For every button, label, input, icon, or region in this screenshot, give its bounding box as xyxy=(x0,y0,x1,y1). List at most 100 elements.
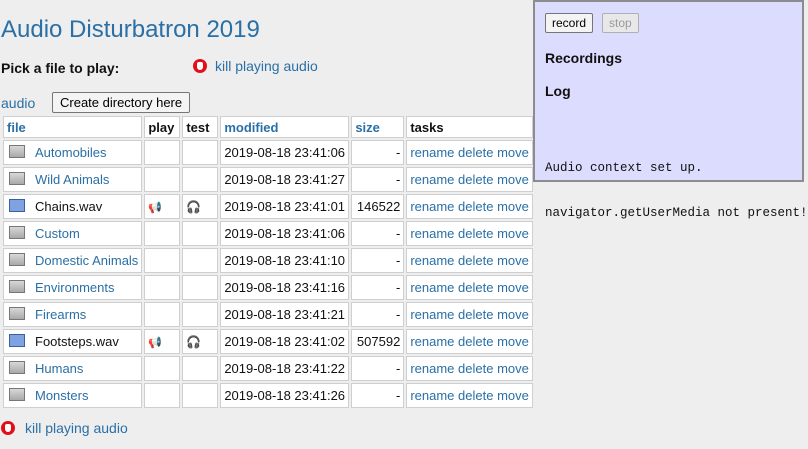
stop-hand-icon[interactable] xyxy=(193,59,207,73)
table-row: Environments 2019-08-18 23:41:16- rename d… xyxy=(3,275,534,300)
test-cell[interactable]: 🎧 xyxy=(182,329,219,354)
kill-audio-link-bottom[interactable]: kill playing audio xyxy=(25,420,128,436)
size-cell: - xyxy=(351,356,405,381)
delete-link[interactable]: delete xyxy=(458,199,493,214)
tasks-cell: rename delete move xyxy=(406,248,534,273)
folder-link[interactable]: Monsters xyxy=(35,388,88,403)
play-cell xyxy=(144,248,181,273)
delete-link[interactable]: delete xyxy=(458,388,493,403)
speaker-icon[interactable]: 📢 xyxy=(148,337,162,349)
move-link[interactable]: move xyxy=(497,199,529,214)
file-cell: Wild Animals xyxy=(3,167,143,192)
test-cell xyxy=(182,302,219,327)
rename-link[interactable]: rename xyxy=(410,334,454,349)
modified-cell: 2019-08-18 23:41:01 xyxy=(220,194,350,219)
folder-link[interactable]: Wild Animals xyxy=(35,172,109,187)
folder-link[interactable]: Automobiles xyxy=(35,145,107,160)
file-cell: Domestic Animals xyxy=(3,248,143,273)
tasks-cell: rename delete move xyxy=(406,275,534,300)
sort-size-header[interactable]: size xyxy=(355,120,380,135)
move-link[interactable]: move xyxy=(497,280,529,295)
folder-icon xyxy=(9,280,25,293)
modified-cell: 2019-08-18 23:41:10 xyxy=(220,248,350,273)
modified-cell: 2019-08-18 23:41:26 xyxy=(220,383,350,408)
test-cell xyxy=(182,167,219,192)
move-link[interactable]: move xyxy=(497,253,529,268)
log-output: Audio context set up. navigator.getUserM… xyxy=(545,131,808,251)
delete-link[interactable]: delete xyxy=(458,226,493,241)
test-cell xyxy=(182,275,219,300)
modified-cell: 2019-08-18 23:41:27 xyxy=(220,167,350,192)
stop-button[interactable]: stop xyxy=(602,13,639,33)
move-link[interactable]: move xyxy=(497,334,529,349)
breadcrumb-audio[interactable]: audio xyxy=(1,95,35,111)
tasks-cell: rename delete move xyxy=(406,356,534,381)
folder-link[interactable]: Environments xyxy=(35,280,114,295)
size-cell: 507592 xyxy=(351,329,405,354)
folder-icon xyxy=(9,226,25,239)
delete-link[interactable]: delete xyxy=(458,361,493,376)
move-link[interactable]: move xyxy=(497,307,529,322)
play-cell xyxy=(144,383,181,408)
sort-modified-header[interactable]: modified xyxy=(224,120,278,135)
page-title: Audio Disturbatron 2019 xyxy=(1,16,260,43)
move-link[interactable]: move xyxy=(497,145,529,160)
rename-link[interactable]: rename xyxy=(410,280,454,295)
folder-link[interactable]: Humans xyxy=(35,361,83,376)
audio-file-icon xyxy=(9,334,25,347)
speaker-icon[interactable]: 📢 xyxy=(148,202,162,214)
rename-link[interactable]: rename xyxy=(410,199,454,214)
create-directory-button[interactable]: Create directory here xyxy=(52,92,191,113)
record-button[interactable]: record xyxy=(545,13,594,33)
rename-link[interactable]: rename xyxy=(410,388,454,403)
kill-audio-bottom[interactable]: kill playing audio xyxy=(1,420,128,436)
folder-icon xyxy=(9,145,25,158)
rename-link[interactable]: rename xyxy=(410,361,454,376)
tasks-cell: rename delete move xyxy=(406,221,534,246)
delete-link[interactable]: delete xyxy=(458,307,493,322)
move-link[interactable]: move xyxy=(497,226,529,241)
rename-link[interactable]: rename xyxy=(410,145,454,160)
delete-link[interactable]: delete xyxy=(458,253,493,268)
headphones-icon[interactable]: 🎧 xyxy=(186,200,201,214)
folder-icon xyxy=(9,307,25,320)
folder-link[interactable]: Custom xyxy=(35,226,80,241)
table-row: Custom 2019-08-18 23:41:06- rename delete … xyxy=(3,221,534,246)
move-link[interactable]: move xyxy=(497,172,529,187)
play-cell[interactable]: 📢 xyxy=(144,329,181,354)
delete-link[interactable]: delete xyxy=(458,145,493,160)
table-row: Firearms 2019-08-18 23:41:21- rename delet… xyxy=(3,302,534,327)
rename-link[interactable]: rename xyxy=(410,253,454,268)
size-cell: - xyxy=(351,383,405,408)
table-row: Chains.wav 📢 🎧 2019-08-18 23:41:01 146522 ren… xyxy=(3,194,534,219)
table-header-row: file play test modified size tasks xyxy=(3,116,534,138)
tasks-header: tasks xyxy=(406,116,534,138)
rename-link[interactable]: rename xyxy=(410,172,454,187)
move-link[interactable]: move xyxy=(497,388,529,403)
folder-link[interactable]: Firearms xyxy=(35,307,86,322)
tasks-cell: rename delete move xyxy=(406,140,534,165)
headphones-icon[interactable]: 🎧 xyxy=(186,335,201,349)
test-cell[interactable]: 🎧 xyxy=(182,194,219,219)
kill-audio-link[interactable]: kill playing audio xyxy=(215,58,318,74)
delete-link[interactable]: delete xyxy=(458,334,493,349)
size-cell: - xyxy=(351,275,405,300)
delete-link[interactable]: delete xyxy=(458,280,493,295)
folder-icon xyxy=(9,253,25,266)
play-cell[interactable]: 📢 xyxy=(144,194,181,219)
stop-hand-icon[interactable] xyxy=(1,421,15,435)
play-cell xyxy=(144,167,181,192)
file-cell: Environments xyxy=(3,275,143,300)
play-cell xyxy=(144,302,181,327)
folder-link[interactable]: Domestic Animals xyxy=(35,253,138,268)
move-link[interactable]: move xyxy=(497,361,529,376)
rename-link[interactable]: rename xyxy=(410,307,454,322)
rename-link[interactable]: rename xyxy=(410,226,454,241)
sort-file-header[interactable]: file xyxy=(7,120,26,135)
test-cell xyxy=(182,221,219,246)
kill-audio-top[interactable]: kill playing audio xyxy=(193,58,318,74)
folder-icon xyxy=(9,172,25,185)
delete-link[interactable]: delete xyxy=(458,172,493,187)
play-header: play xyxy=(144,116,181,138)
file-cell: Automobiles xyxy=(3,140,143,165)
